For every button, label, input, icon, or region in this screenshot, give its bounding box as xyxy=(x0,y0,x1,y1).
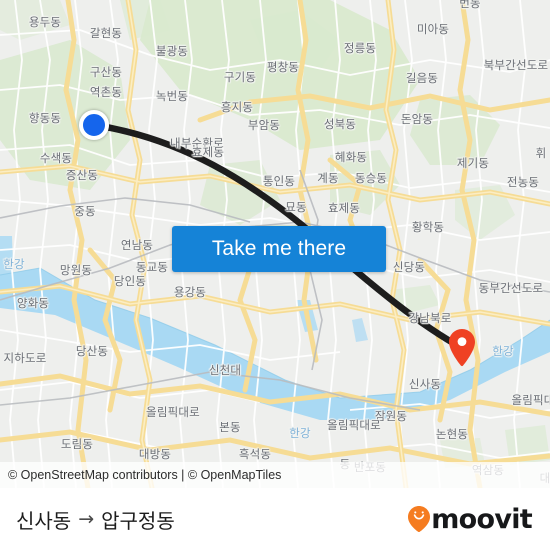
take-me-there-button[interactable]: Take me there xyxy=(172,226,386,272)
moovit-route-screenshot: 용두동 갈현동 불광동 구기동 평창동 정릉동 미아동 번동 길음동 북부간선도로 구산동 역촌동 녹번… xyxy=(0,0,550,550)
arrow-right-icon: → xyxy=(78,507,95,530)
origin-location-dot[interactable] xyxy=(79,110,109,140)
map-attribution-bar: © OpenStreetMap contributors | © OpenMap… xyxy=(0,462,550,488)
route-summary: 신사동 → 압구정동 xyxy=(16,505,175,534)
route-destination-label: 압구정동 xyxy=(101,508,175,533)
destination-pin[interactable] xyxy=(449,329,475,367)
footer-bar: 신사동 → 압구정동 moovit xyxy=(0,488,550,550)
moovit-logo[interactable]: moovit xyxy=(408,503,533,535)
brand-name: moovit xyxy=(431,503,532,535)
route-origin-label: 신사동 xyxy=(16,508,72,533)
attribution-text[interactable]: © OpenStreetMap contributors | © OpenMap… xyxy=(8,468,281,482)
moovit-pin-smiley-icon xyxy=(408,506,431,533)
